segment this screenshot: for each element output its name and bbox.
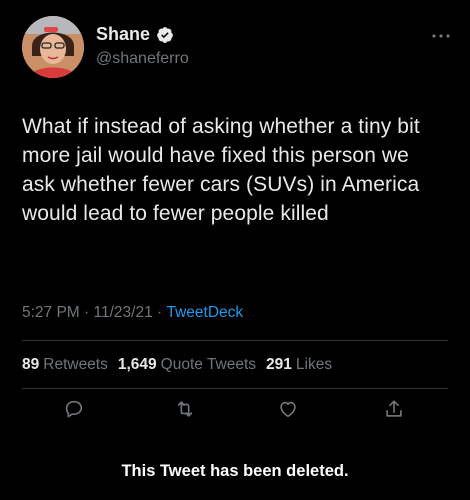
retweets-stat[interactable]: 89 Retweets [22, 356, 108, 374]
likes-stat[interactable]: 291 Likes [266, 356, 332, 374]
likes-label: Likes [295, 356, 333, 373]
tweet-date[interactable]: 11/23/21 [94, 304, 153, 322]
tweet-meta: 5:27 PM · 11/23/21 · TweetDeck [22, 304, 243, 322]
quote-tweets-count: 1,649 [117, 356, 157, 373]
quote-tweets-stat[interactable]: 1,649 Quote Tweets [118, 356, 256, 374]
divider-top [22, 340, 448, 341]
tweet-header: Shane @shaneferro [22, 16, 452, 82]
retweets-count: 89 [22, 356, 40, 373]
likes-count: 291 [266, 356, 292, 373]
tweet-actions [22, 398, 448, 428]
quote-tweets-label: Quote Tweets [160, 356, 257, 373]
meta-separator-2: · [152, 304, 167, 321]
retweets-label: Retweets [43, 356, 108, 373]
meta-separator-1: · [79, 304, 94, 321]
reply-icon[interactable] [63, 398, 85, 420]
display-name[interactable]: Shane [96, 24, 150, 45]
tweet-stats: 89 Retweets 1,649 Quote Tweets 291 Likes [22, 356, 332, 374]
like-icon[interactable] [277, 398, 299, 420]
profile-photo [22, 16, 84, 78]
share-icon[interactable] [383, 398, 405, 420]
divider-bottom [22, 388, 448, 389]
avatar[interactable] [22, 16, 84, 78]
tweet-source-link[interactable]: TweetDeck [166, 304, 243, 322]
verified-badge-icon [156, 26, 174, 44]
tweet-text: What if instead of asking whether a tiny… [22, 115, 420, 225]
tweet-time[interactable]: 5:27 PM [22, 304, 80, 322]
more-options-icon[interactable] [430, 28, 452, 38]
tweet-deleted-banner: This Tweet has been deleted. [121, 462, 349, 480]
retweet-icon[interactable] [174, 398, 196, 420]
handle[interactable]: @shaneferro [96, 50, 189, 68]
